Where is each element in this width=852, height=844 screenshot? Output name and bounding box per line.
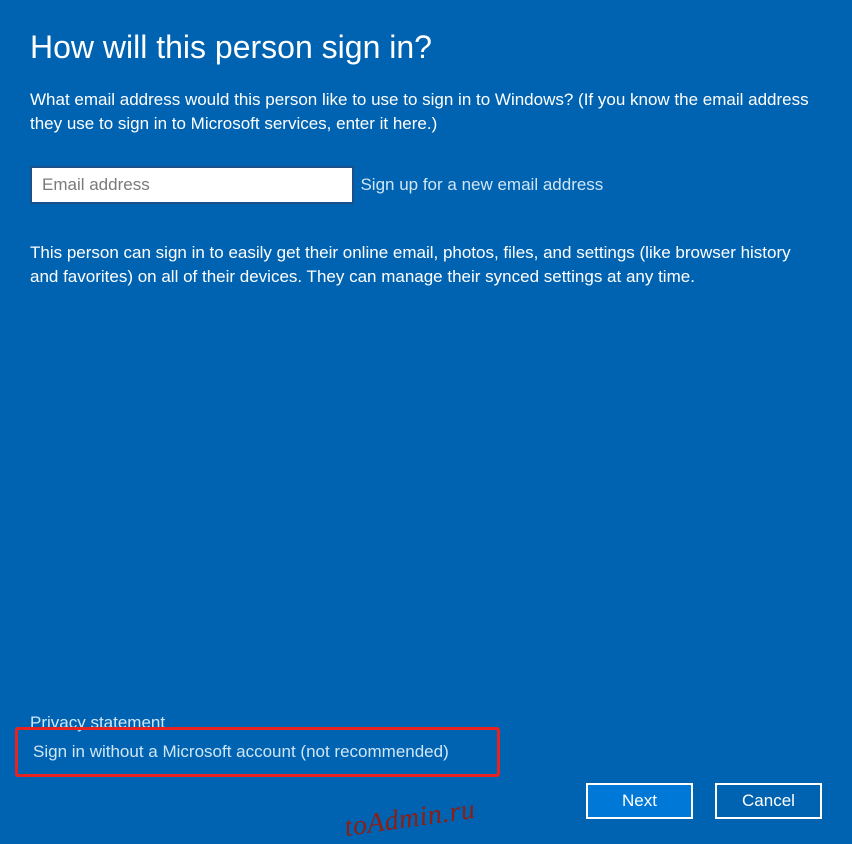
- next-button[interactable]: Next: [586, 783, 693, 819]
- sign-in-without-account-link[interactable]: Sign in without a Microsoft account (not…: [33, 742, 449, 762]
- cancel-button[interactable]: Cancel: [715, 783, 822, 819]
- page-title: How will this person sign in?: [30, 28, 822, 66]
- email-field[interactable]: [30, 166, 354, 204]
- signup-new-email-link[interactable]: Sign up for a new email address: [360, 175, 603, 195]
- watermark-text: toAdmin.ru: [342, 794, 477, 844]
- instruction-text: What email address would this person lik…: [30, 88, 820, 136]
- info-text: This person can sign in to easily get th…: [30, 241, 820, 289]
- highlight-annotation: Sign in without a Microsoft account (not…: [15, 727, 500, 777]
- dialog-button-row: Next Cancel: [586, 783, 822, 819]
